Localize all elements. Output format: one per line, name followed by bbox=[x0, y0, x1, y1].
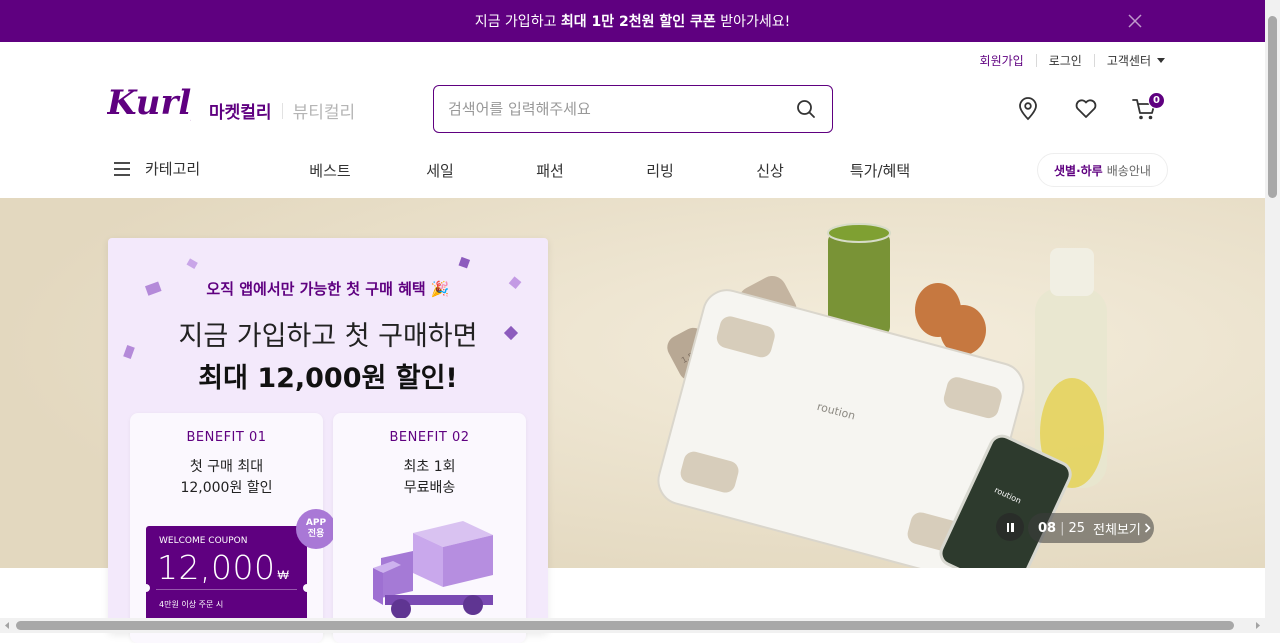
delivery-text: 배송안내 bbox=[1107, 162, 1151, 179]
benefit-line: 첫 구매 최대 bbox=[130, 457, 323, 478]
benefit-line: 최초 1회 bbox=[333, 457, 526, 478]
pause-button[interactable] bbox=[996, 513, 1024, 541]
kurly-logo[interactable]: Kurly bbox=[107, 84, 191, 132]
dropdown-arrow-icon bbox=[1157, 58, 1165, 63]
promo-text: 지금 가입하고 최대 1만 2천원 할인 쿠폰 받아가세요! bbox=[475, 11, 791, 31]
delivery-bold: 샛별·하루 bbox=[1054, 162, 1103, 179]
header-actions: 0 bbox=[1015, 96, 1157, 122]
close-icon[interactable] bbox=[1125, 11, 1145, 31]
benefit-card-2: BENEFIT 02 최초 1회 무료배송 bbox=[333, 413, 526, 643]
brand-tabs: 마켓컬리 뷰티컬리 bbox=[209, 98, 355, 123]
card-eyebrow: 오직 앱에서만 가능한 첫 구매 혜택 🎉 bbox=[108, 278, 548, 299]
scroll-right-icon[interactable] bbox=[1254, 618, 1262, 633]
category-label: 카테고리 bbox=[145, 158, 200, 179]
search-box bbox=[433, 85, 833, 133]
benefit-card-1: BENEFIT 01 첫 구매 최대 12,000원 할인 WELCOME CO… bbox=[130, 413, 323, 643]
card-headline: 지금 가입하고 첫 구매하면 bbox=[108, 314, 548, 353]
benefit-line: 12,000원 할인 bbox=[130, 478, 323, 499]
svg-text:Kurly: Kurly bbox=[107, 84, 191, 123]
coupon-note: 4만원 이상 주문 시 bbox=[159, 599, 223, 610]
tab-beauty-kurly[interactable]: 뷰티컬리 bbox=[293, 98, 356, 123]
signup-benefit-card[interactable]: 오직 앱에서만 가능한 첫 구매 혜택 🎉 지금 가입하고 첫 구매하면 최대 … bbox=[108, 238, 548, 633]
scrollbar-thumb[interactable] bbox=[16, 621, 1234, 630]
menu-new[interactable]: 신상 bbox=[730, 160, 810, 181]
location-icon[interactable] bbox=[1015, 96, 1041, 122]
hamburger-icon bbox=[113, 161, 131, 177]
slash: | bbox=[1060, 521, 1064, 536]
divider bbox=[282, 103, 283, 119]
menu-sale[interactable]: 세일 bbox=[400, 160, 480, 181]
benefit-title: BENEFIT 02 bbox=[333, 430, 526, 445]
scroll-left-icon[interactable] bbox=[3, 618, 11, 633]
benefit-title: BENEFIT 01 bbox=[130, 430, 323, 445]
heart-icon[interactable] bbox=[1073, 96, 1099, 122]
menu-best[interactable]: 베스트 bbox=[290, 160, 370, 181]
badge-line: 전용 bbox=[308, 529, 325, 540]
customer-center-label: 고객센터 bbox=[1107, 52, 1151, 69]
promo-banner[interactable]: 지금 가입하고 최대 1만 2천원 할인 쿠폰 받아가세요! bbox=[0, 0, 1265, 42]
global-nav: 카테고리 베스트 세일 패션 리빙 신상 특가/혜택 샛별·하루 배송안내 bbox=[0, 148, 1265, 196]
menu-deals[interactable]: 특가/혜택 bbox=[840, 160, 920, 181]
menu-living[interactable]: 리빙 bbox=[620, 160, 700, 181]
cart-button[interactable]: 0 bbox=[1131, 96, 1157, 122]
card-headline-bold: 최대 12,000원 할인! bbox=[108, 356, 548, 395]
coupon-notch bbox=[303, 584, 311, 592]
coupon-divider bbox=[156, 589, 297, 590]
delivery-info-button[interactable]: 샛별·하루 배송안내 bbox=[1037, 153, 1168, 187]
signup-link[interactable]: 회원가입 bbox=[968, 52, 1036, 69]
search-icon[interactable] bbox=[794, 97, 818, 121]
benefit-desc: 최초 1회 무료배송 bbox=[333, 457, 526, 499]
scrollbar-thumb[interactable] bbox=[1268, 16, 1277, 198]
app-only-badge: APP 전용 bbox=[296, 509, 336, 549]
horizontal-scrollbar[interactable] bbox=[0, 618, 1265, 633]
customer-center-menu[interactable]: 고객센터 bbox=[1095, 52, 1165, 69]
coupon-label: WELCOME COUPON bbox=[159, 536, 247, 546]
view-all-label: 전체보기 bbox=[1093, 519, 1141, 538]
slide-total: 25 bbox=[1068, 521, 1085, 536]
tab-market-kurly[interactable]: 마켓컬리 bbox=[209, 98, 272, 123]
menu-fashion[interactable]: 패션 bbox=[510, 160, 590, 181]
search-input[interactable] bbox=[448, 100, 794, 118]
slide-current: 08 bbox=[1038, 521, 1056, 536]
login-link[interactable]: 로그인 bbox=[1037, 52, 1094, 69]
coupon-amount: 12,000₩ bbox=[157, 548, 289, 587]
welcome-coupon: WELCOME COUPON 12,000₩ 4만원 이상 주문 시 bbox=[146, 526, 307, 621]
badge-line: APP bbox=[306, 518, 326, 529]
view-all-button[interactable]: 전체보기 bbox=[1093, 519, 1151, 538]
benefit-desc: 첫 구매 최대 12,000원 할인 bbox=[130, 457, 323, 499]
category-menu-button[interactable]: 카테고리 bbox=[113, 158, 200, 179]
cart-count-badge: 0 bbox=[1148, 92, 1165, 109]
delivery-truck-icon bbox=[363, 513, 503, 623]
benefit-line: 무료배송 bbox=[333, 478, 526, 499]
slide-counter: 08 | 25 전체보기 bbox=[1028, 513, 1154, 543]
vertical-scrollbar[interactable] bbox=[1265, 0, 1280, 633]
coupon-notch bbox=[142, 584, 150, 592]
chevron-right-icon bbox=[1144, 523, 1151, 533]
utility-nav: 회원가입 로그인 고객센터 bbox=[968, 52, 1165, 69]
